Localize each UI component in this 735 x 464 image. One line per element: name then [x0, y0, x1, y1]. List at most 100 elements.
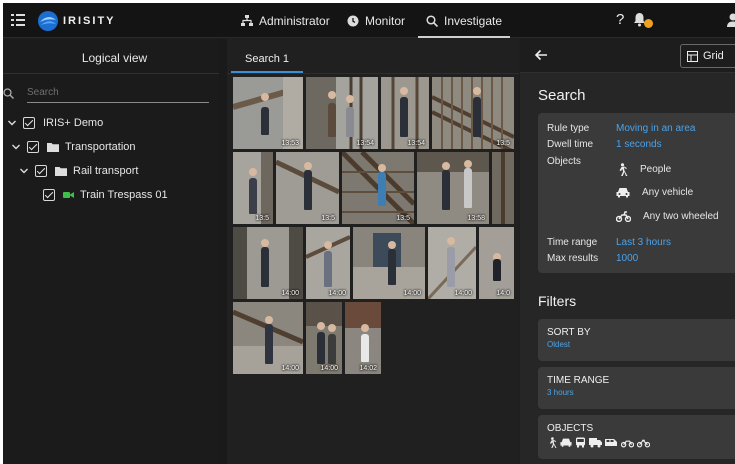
object-type-icons [547, 437, 650, 448]
person-walking-icon [549, 437, 557, 448]
timestamp: 13:5 [321, 215, 335, 222]
object-people: People [616, 163, 671, 176]
camera-icon [63, 192, 74, 198]
chevron-down-icon[interactable] [7, 118, 17, 128]
thumbnail[interactable]: 13:5 [233, 152, 273, 224]
timestamp: 14:02 [359, 365, 377, 372]
search-details-panel: Grid Search Rule type Moving in an area … [520, 39, 735, 464]
tree-item-label: IRIS+ Demo [43, 117, 104, 129]
filters-section-title: Filters [538, 293, 577, 309]
dwell-time-label: Dwell time [547, 139, 594, 150]
thumbnail[interactable]: 14:02 [345, 302, 381, 374]
checkbox[interactable] [23, 117, 35, 129]
timestamp: 14:0 [496, 290, 510, 297]
tree-item-iris-demo[interactable]: IRIS+ Demo [7, 115, 103, 131]
thumbnail[interactable]: 14:00 [428, 227, 476, 299]
tree-item-transportation[interactable]: Transportation [11, 139, 136, 155]
filter-title: SORT BY [547, 327, 591, 338]
tree-item-label: Rail transport [73, 165, 139, 177]
timestamp: 13:53 [281, 140, 299, 147]
tree-search-input[interactable] [27, 83, 209, 103]
thumbnail[interactable]: 14:00 [233, 227, 303, 299]
brand-name: IRISITY [63, 15, 116, 27]
timestamp: 13:58 [467, 215, 485, 222]
search-summary-card[interactable]: Rule type Moving in an area Dwell time 1… [538, 113, 735, 273]
divider [227, 73, 519, 74]
menu-icon[interactable] [11, 14, 25, 26]
panel-header: Grid [520, 39, 735, 73]
thumbnail-grid: 13:53 13:54 13:54 13:5 13:5 13:5 13:5 13… [227, 75, 519, 375]
timestamp: 14:00 [281, 290, 299, 297]
tab-administrator[interactable]: Administrator [241, 3, 330, 38]
search-icon [3, 88, 14, 99]
motorcycle-icon [621, 440, 634, 448]
thumbnail[interactable]: 13:54 [306, 77, 378, 149]
tab-investigate-label: Investigate [444, 13, 503, 28]
timestamp: 14:00 [328, 290, 346, 297]
thumbnail[interactable]: 14:00 [353, 227, 425, 299]
view-mode-label: Grid [703, 50, 724, 62]
object-any-two-wheeled: Any two wheeled [616, 211, 719, 222]
app-window: IRISITY Administrator Monitor Investigat… [3, 3, 735, 464]
chevron-down-icon[interactable] [19, 166, 29, 176]
folder-icon [47, 143, 59, 152]
motorcycle-icon [616, 211, 631, 222]
search-section-title: Search [538, 87, 586, 104]
thumbnail[interactable]: 13:5 [276, 152, 339, 224]
timestamp: 14:00 [403, 290, 421, 297]
filter-value: Oldest [547, 340, 571, 349]
thumbnail[interactable]: 13:5 [432, 77, 514, 149]
timestamp: 13:54 [356, 140, 374, 147]
bicycle-icon [637, 439, 650, 448]
filter-objects[interactable]: OBJECTS [538, 415, 735, 459]
help-icon[interactable]: ? [616, 11, 624, 28]
timestamp: 14:00 [320, 365, 338, 372]
tree-item-rail-transport[interactable]: Rail transport [19, 163, 138, 179]
tab-investigate[interactable]: Investigate [417, 3, 511, 38]
thumbnail[interactable]: 14:00 [233, 302, 303, 374]
max-results-value: 1000 [616, 253, 639, 264]
thumbnail[interactable]: 14:00 [306, 302, 342, 374]
tree-item-label: Transportation [65, 141, 136, 153]
checkbox[interactable] [35, 165, 47, 177]
timestamp: 13:5 [255, 215, 269, 222]
object-label: Any vehicle [642, 187, 694, 198]
tab-search-1[interactable]: Search 1 [231, 47, 304, 73]
panel-splitter[interactable] [219, 39, 227, 464]
thumbnail[interactable]: 13:53 [233, 77, 303, 149]
top-bar: IRISITY Administrator Monitor Investigat… [3, 3, 735, 38]
tree-item-train-trespass[interactable]: Train Trespass 01 [43, 187, 168, 203]
tab-administrator-label: Administrator [259, 13, 330, 28]
filter-sort-by[interactable]: SORT BY Oldest [538, 319, 735, 361]
car-icon [616, 188, 630, 198]
chevron-down-icon[interactable] [11, 142, 21, 152]
checkbox[interactable] [27, 141, 39, 153]
view-mode-button[interactable]: Grid [680, 44, 735, 68]
thumbnail[interactable] [492, 152, 514, 224]
timestamp: 13:5 [396, 215, 410, 222]
thumbnail[interactable]: 14:0 [479, 227, 514, 299]
filter-title: TIME RANGE [547, 375, 610, 386]
timestamp: 13:5 [496, 140, 510, 147]
back-arrow-icon[interactable] [534, 48, 548, 62]
rule-type-value: Moving in an area [616, 123, 696, 134]
thumbnail[interactable]: 13:54 [381, 77, 429, 149]
thumbnail[interactable]: 14:00 [306, 227, 350, 299]
object-label: Any two wheeled [643, 211, 719, 222]
logical-view-panel: Logical view IRIS+ Demo Transportation R… [3, 39, 226, 464]
checkbox[interactable] [43, 189, 55, 201]
truck-icon [589, 438, 602, 448]
objects-label: Objects [547, 156, 581, 167]
search-icon [426, 14, 438, 27]
filter-time-range[interactable]: TIME RANGE 3 hours [538, 367, 735, 409]
tab-monitor[interactable]: Monitor [347, 3, 405, 38]
car-icon [560, 438, 572, 447]
person-walking-icon [619, 163, 628, 176]
tree-item-label: Train Trespass 01 [80, 189, 168, 201]
bus-icon [576, 437, 585, 448]
time-range-value: Last 3 hours [616, 237, 672, 248]
object-label: People [640, 164, 672, 175]
thumbnail[interactable]: 13:58 [417, 152, 489, 224]
thumbnail[interactable]: 13:5 [342, 152, 414, 224]
user-icon[interactable] [727, 13, 735, 27]
